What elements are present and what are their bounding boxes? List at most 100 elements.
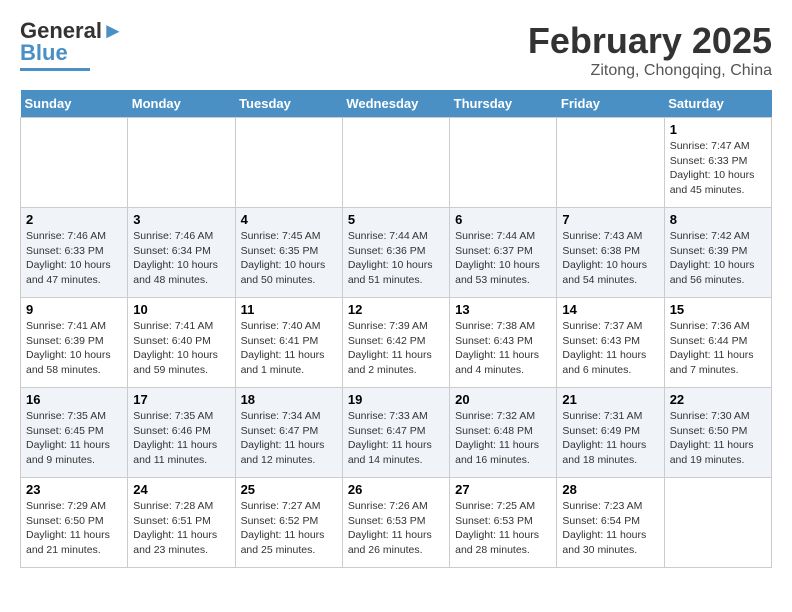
calendar-cell: 11Sunrise: 7:40 AM Sunset: 6:41 PM Dayli… [235,298,342,388]
calendar-cell: 12 Sunrise: 7:39 AM Sunset: 6:42 PM Dayli… [342,298,449,388]
day-number: 22 [670,392,766,407]
day-number: 6 [455,212,551,227]
day-info: Sunrise: 7:23 AM Sunset: 6:54 PM Dayligh… [562,499,658,558]
calendar-cell: 26Sunrise: 7:26 AM Sunset: 6:53 PM Dayli… [342,478,449,568]
day-info: Sunrise: 7:41 AM Sunset: 6:39 PM Dayligh… [26,319,122,378]
day-info: Sunrise: 7:32 AM Sunset: 6:48 PM Dayligh… [455,409,551,468]
month-title: February 2025 [528,20,772,62]
day-number: 1 [670,122,766,137]
day-number: 17 [133,392,229,407]
calendar-cell: 6 Sunrise: 7:44 AM Sunset: 6:37 PM Daylig… [450,208,557,298]
calendar-cell: 22 Sunrise: 7:30 AM Sunset: 6:50 PM Dayli… [664,388,771,478]
calendar-cell: 24 Sunrise: 7:28 AM Sunset: 6:51 PM Dayli… [128,478,235,568]
day-number: 9 [26,302,122,317]
logo: General► Blue [20,20,124,71]
weekday-header-tuesday: Tuesday [235,90,342,118]
calendar-cell: 28Sunrise: 7:23 AM Sunset: 6:54 PM Dayli… [557,478,664,568]
logo-underline [20,68,90,71]
calendar-body: 1 Sunrise: 7:47 AM Sunset: 6:33 PM Daylig… [21,118,772,568]
page-header: General► Blue February 2025 Zitong, Chon… [20,20,772,80]
day-number: 24 [133,482,229,497]
day-number: 7 [562,212,658,227]
day-info: Sunrise: 7:40 AM Sunset: 6:41 PM Dayligh… [241,319,337,378]
calendar-week-4: 16 Sunrise: 7:35 AM Sunset: 6:45 PM Dayli… [21,388,772,478]
calendar-cell: 7 Sunrise: 7:43 AM Sunset: 6:38 PM Daylig… [557,208,664,298]
weekday-header-wednesday: Wednesday [342,90,449,118]
calendar-cell [235,118,342,208]
calendar-cell [342,118,449,208]
day-number: 2 [26,212,122,227]
day-number: 19 [348,392,444,407]
calendar-cell: 8 Sunrise: 7:42 AM Sunset: 6:39 PM Daylig… [664,208,771,298]
day-number: 10 [133,302,229,317]
weekday-header-friday: Friday [557,90,664,118]
day-number: 12 [348,302,444,317]
day-info: Sunrise: 7:35 AM Sunset: 6:45 PM Dayligh… [26,409,122,468]
day-info: Sunrise: 7:39 AM Sunset: 6:42 PM Dayligh… [348,319,444,378]
calendar-week-1: 1 Sunrise: 7:47 AM Sunset: 6:33 PM Daylig… [21,118,772,208]
day-info: Sunrise: 7:46 AM Sunset: 6:34 PM Dayligh… [133,229,229,288]
location-title: Zitong, Chongqing, China [528,62,772,80]
calendar-cell: 19 Sunrise: 7:33 AM Sunset: 6:47 PM Dayli… [342,388,449,478]
weekday-header-saturday: Saturday [664,90,771,118]
calendar-cell: 2 Sunrise: 7:46 AM Sunset: 6:33 PM Daylig… [21,208,128,298]
day-info: Sunrise: 7:45 AM Sunset: 6:35 PM Dayligh… [241,229,337,288]
calendar-cell: 10 Sunrise: 7:41 AM Sunset: 6:40 PM Dayli… [128,298,235,388]
day-number: 23 [26,482,122,497]
calendar-cell: 23 Sunrise: 7:29 AM Sunset: 6:50 PM Dayli… [21,478,128,568]
title-section: February 2025 Zitong, Chongqing, China [528,20,772,80]
calendar-cell: 4Sunrise: 7:45 AM Sunset: 6:35 PM Daylig… [235,208,342,298]
day-info: Sunrise: 7:28 AM Sunset: 6:51 PM Dayligh… [133,499,229,558]
calendar-cell [128,118,235,208]
day-number: 25 [241,482,337,497]
weekday-header-thursday: Thursday [450,90,557,118]
day-number: 21 [562,392,658,407]
logo-blue: Blue [20,40,68,66]
calendar-cell: 18 Sunrise: 7:34 AM Sunset: 6:47 PM Dayli… [235,388,342,478]
day-info: Sunrise: 7:27 AM Sunset: 6:52 PM Dayligh… [241,499,337,558]
calendar-cell: 5 Sunrise: 7:44 AM Sunset: 6:36 PM Daylig… [342,208,449,298]
day-info: Sunrise: 7:37 AM Sunset: 6:43 PM Dayligh… [562,319,658,378]
calendar-table: SundayMondayTuesdayWednesdayThursdayFrid… [20,90,772,568]
calendar-cell: 25 Sunrise: 7:27 AM Sunset: 6:52 PM Dayli… [235,478,342,568]
day-info: Sunrise: 7:47 AM Sunset: 6:33 PM Dayligh… [670,139,766,198]
day-info: Sunrise: 7:41 AM Sunset: 6:40 PM Dayligh… [133,319,229,378]
calendar-cell: 14 Sunrise: 7:37 AM Sunset: 6:43 PM Dayli… [557,298,664,388]
day-number: 14 [562,302,658,317]
day-number: 5 [348,212,444,227]
day-number: 13 [455,302,551,317]
logo-text: General► [20,20,124,42]
day-info: Sunrise: 7:36 AM Sunset: 6:44 PM Dayligh… [670,319,766,378]
day-info: Sunrise: 7:35 AM Sunset: 6:46 PM Dayligh… [133,409,229,468]
day-number: 8 [670,212,766,227]
day-info: Sunrise: 7:44 AM Sunset: 6:37 PM Dayligh… [455,229,551,288]
calendar-cell: 17 Sunrise: 7:35 AM Sunset: 6:46 PM Dayli… [128,388,235,478]
day-info: Sunrise: 7:34 AM Sunset: 6:47 PM Dayligh… [241,409,337,468]
calendar-cell: 3Sunrise: 7:46 AM Sunset: 6:34 PM Daylig… [128,208,235,298]
day-number: 20 [455,392,551,407]
calendar-cell [664,478,771,568]
calendar-cell: 27Sunrise: 7:25 AM Sunset: 6:53 PM Dayli… [450,478,557,568]
day-info: Sunrise: 7:43 AM Sunset: 6:38 PM Dayligh… [562,229,658,288]
calendar-cell: 20 Sunrise: 7:32 AM Sunset: 6:48 PM Dayli… [450,388,557,478]
calendar-cell: 13 Sunrise: 7:38 AM Sunset: 6:43 PM Dayli… [450,298,557,388]
day-info: Sunrise: 7:29 AM Sunset: 6:50 PM Dayligh… [26,499,122,558]
day-number: 27 [455,482,551,497]
calendar-cell: 1 Sunrise: 7:47 AM Sunset: 6:33 PM Daylig… [664,118,771,208]
weekday-header-monday: Monday [128,90,235,118]
day-number: 18 [241,392,337,407]
calendar-week-3: 9 Sunrise: 7:41 AM Sunset: 6:39 PM Daylig… [21,298,772,388]
calendar-cell: 21Sunrise: 7:31 AM Sunset: 6:49 PM Dayli… [557,388,664,478]
day-info: Sunrise: 7:38 AM Sunset: 6:43 PM Dayligh… [455,319,551,378]
calendar-cell: 16 Sunrise: 7:35 AM Sunset: 6:45 PM Dayli… [21,388,128,478]
day-info: Sunrise: 7:33 AM Sunset: 6:47 PM Dayligh… [348,409,444,468]
day-info: Sunrise: 7:44 AM Sunset: 6:36 PM Dayligh… [348,229,444,288]
day-info: Sunrise: 7:42 AM Sunset: 6:39 PM Dayligh… [670,229,766,288]
day-number: 16 [26,392,122,407]
day-info: Sunrise: 7:46 AM Sunset: 6:33 PM Dayligh… [26,229,122,288]
calendar-cell [450,118,557,208]
calendar-cell: 9 Sunrise: 7:41 AM Sunset: 6:39 PM Daylig… [21,298,128,388]
day-number: 15 [670,302,766,317]
calendar-week-5: 23 Sunrise: 7:29 AM Sunset: 6:50 PM Dayli… [21,478,772,568]
day-info: Sunrise: 7:30 AM Sunset: 6:50 PM Dayligh… [670,409,766,468]
